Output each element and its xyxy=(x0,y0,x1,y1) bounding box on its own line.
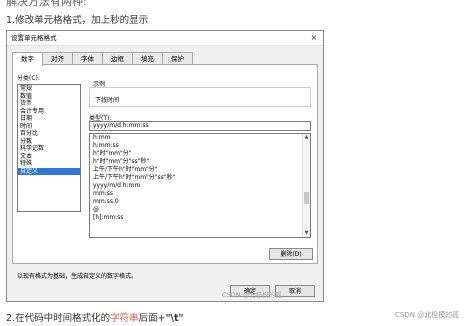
format-description: 以现有格式为基础，生成自定义的数字格式。 xyxy=(17,273,138,280)
format-item[interactable]: @ xyxy=(90,206,310,214)
category-item[interactable]: 常规 xyxy=(18,85,80,93)
scroll-thumb[interactable] xyxy=(304,192,309,204)
format-item[interactable]: h"时"mm"分"ss"秒" xyxy=(90,158,310,166)
step2-prefix: 2.在代码中时间格式化的 xyxy=(6,313,111,324)
page-watermark: CSDN @北极模的孤 xyxy=(395,311,460,319)
format-code-list[interactable]: h:mm h:mm:ss h"时"mm"分" h"时"mm"分"ss"秒" 上午… xyxy=(89,133,311,238)
step2-text: 2.在代码中时间格式化的字符串后面+"\t" xyxy=(6,310,183,324)
sample-box: 下线时间 xyxy=(89,87,311,107)
category-item[interactable]: 数值 xyxy=(18,93,80,101)
format-item[interactable]: h:mm xyxy=(90,134,310,142)
scroll-down-icon[interactable]: ▼ xyxy=(303,230,310,237)
category-item[interactable]: 会计专用 xyxy=(18,108,80,116)
category-item[interactable]: 文本 xyxy=(18,153,80,161)
format-item[interactable]: 上午/下午h"时"mm"分"ss"秒" xyxy=(90,174,310,182)
number-tab-panel: 分类(C): 常规 数值 货币 会计专用 日期 时间 百分比 分数 科学记数 文… xyxy=(12,64,318,280)
format-cells-dialog: 设置单元格格式 × 数字 对齐 字体 边框 填充 保护 分类(C): 常规 数值… xyxy=(6,30,324,302)
article-top-cut-text: 解决方法有两种: xyxy=(6,0,87,8)
format-list-scrollbar[interactable]: ▲ ▼ xyxy=(302,134,310,237)
category-item[interactable]: 科学记数 xyxy=(18,145,80,153)
delete-button[interactable]: 删除(D) xyxy=(269,248,313,260)
category-label: 分类(C): xyxy=(17,75,40,82)
category-list[interactable]: 常规 数值 货币 会计专用 日期 时间 百分比 分数 科学记数 文本 特殊 自定… xyxy=(17,84,81,212)
format-item[interactable]: mm:ss xyxy=(90,190,310,198)
step2-mid: 后面+ xyxy=(138,313,166,324)
category-item[interactable]: 特殊 xyxy=(18,160,80,168)
format-item[interactable]: 上午/下午h"时"mm"分" xyxy=(90,166,310,174)
tab-number[interactable]: 数字 xyxy=(12,52,43,66)
category-item[interactable]: 货币 xyxy=(18,100,80,108)
category-item[interactable]: 分数 xyxy=(18,138,80,146)
format-item[interactable]: h"时"mm"分" xyxy=(90,150,310,158)
dialog-titlebar: 设置单元格格式 × xyxy=(7,31,323,46)
category-item[interactable]: 百分比 xyxy=(18,130,80,138)
close-icon[interactable]: × xyxy=(309,33,319,42)
category-item-selected[interactable]: 自定义 xyxy=(18,167,80,175)
step1-text: 1.修改单元格格式，加上秒的显示 xyxy=(6,15,149,26)
step2-code: "\t" xyxy=(165,313,184,324)
dialog-title: 设置单元格格式 xyxy=(11,34,57,42)
string-keyword-link[interactable]: 字符串 xyxy=(110,313,139,324)
scroll-up-icon[interactable]: ▲ xyxy=(303,134,310,141)
sample-value: 下线时间 xyxy=(95,97,120,104)
category-item[interactable]: 日期 xyxy=(18,115,80,123)
format-item[interactable]: [h]:mm:ss xyxy=(90,214,310,222)
format-item[interactable]: h:mm:ss xyxy=(90,142,310,150)
format-item[interactable]: mm:ss.0 xyxy=(90,198,310,206)
format-item[interactable]: yyyy/m/d h:mm xyxy=(90,182,310,190)
category-item[interactable]: 时间 xyxy=(18,123,80,131)
type-input[interactable]: yyyy/m/d h:mm:ss xyxy=(89,121,311,131)
dialog-watermark: CSDN @北极模的孤 xyxy=(222,291,282,299)
